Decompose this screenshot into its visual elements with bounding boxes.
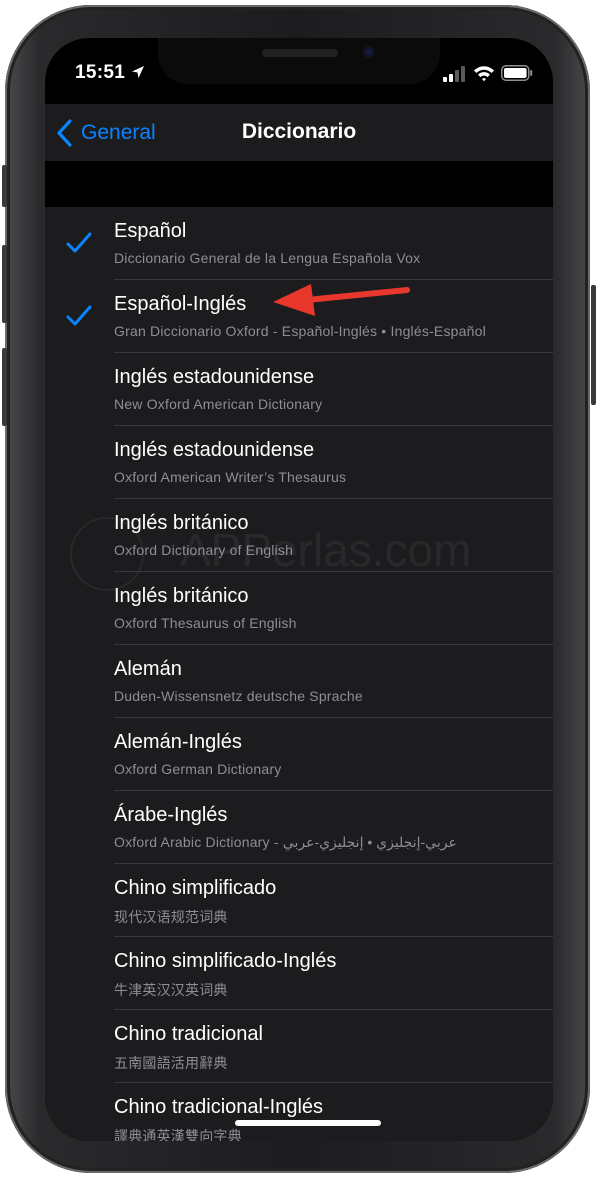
dictionary-row-texts: Chino tradicional-Inglés 譯典通英漢雙向字典 (114, 1083, 553, 1141)
dictionary-subtitle: 现代汉语规范词典 (114, 909, 228, 925)
silent-switch (2, 165, 7, 207)
dictionary-title: Chino simplificado-Inglés (114, 950, 337, 972)
dictionary-row-texts: Árabe-Inglés Oxford Arabic Dictionary - … (114, 791, 553, 864)
dictionary-row-texts: Inglés estadounidense New Oxford America… (114, 353, 553, 426)
wifi-icon (474, 66, 494, 82)
dictionary-row[interactable]: Chino simplificado-Inglés 牛津英汉汉英词典 (45, 937, 553, 1010)
dictionary-row[interactable]: Alemán Duden-Wissensnetz deutsche Sprach… (45, 645, 553, 718)
dictionary-title: Árabe-Inglés (114, 804, 228, 826)
dictionary-subtitle: Oxford American Writer’s Thesaurus (114, 469, 347, 485)
dictionary-row[interactable]: Alemán-Inglés Oxford German Dictionary (45, 718, 553, 791)
dictionary-row-texts: Inglés británico Oxford Dictionary of En… (114, 499, 553, 572)
dictionary-title: Chino simplificado (114, 877, 277, 899)
location-arrow-icon (132, 66, 144, 78)
red-arrow-annotation-icon (273, 284, 410, 316)
dictionary-row-texts: Español Diccionario General de la Lengua… (114, 207, 553, 280)
dictionary-row-texts: Chino tradicional 五南國語活用辭典 (114, 1010, 553, 1083)
dictionary-title: Inglés británico (114, 585, 249, 607)
earpiece-speaker (262, 49, 338, 57)
dictionary-subtitle: Diccionario General de la Lengua Español… (114, 250, 421, 266)
dictionary-row[interactable]: Español Diccionario General de la Lengua… (45, 207, 553, 280)
home-indicator[interactable] (235, 1120, 381, 1126)
front-camera (363, 46, 375, 58)
dictionary-subtitle: 譯典通英漢雙向字典 (114, 1128, 242, 1141)
dictionary-row[interactable]: Inglés británico Oxford Thesaurus of Eng… (45, 572, 553, 645)
dictionary-row[interactable]: Chino tradicional-Inglés 譯典通英漢雙向字典 (45, 1083, 553, 1141)
dictionary-row[interactable]: Inglés británico Oxford Dictionary of En… (45, 499, 553, 572)
dictionary-row[interactable]: Árabe-Inglés Oxford Arabic Dictionary - … (45, 791, 553, 864)
dictionary-row[interactable]: Chino tradicional 五南國語活用辭典 (45, 1010, 553, 1083)
dictionary-subtitle: 五南國語活用辭典 (114, 1055, 228, 1071)
dictionary-title: Inglés estadounidense (114, 439, 315, 461)
status-time: 15:51 (75, 62, 126, 83)
power-button (591, 285, 596, 405)
checkmark-icon (66, 305, 92, 326)
dictionary-subtitle: Oxford Thesaurus of English (114, 615, 297, 631)
dictionary-title: Español-Inglés (114, 293, 247, 315)
notch (158, 38, 440, 84)
dictionary-title: Alemán (114, 658, 182, 680)
dictionary-row-texts: Alemán-Inglés Oxford German Dictionary (114, 718, 553, 791)
dictionary-title: Chino tradicional (114, 1023, 263, 1045)
dictionary-list: Español Diccionario General de la Lengua… (45, 207, 553, 1141)
dictionary-row[interactable]: Inglés estadounidense New Oxford America… (45, 353, 553, 426)
dictionary-title: Alemán-Inglés (114, 731, 242, 753)
page-title: Diccionario (241, 120, 357, 143)
dictionary-subtitle: Oxford Dictionary of English (114, 542, 294, 558)
dictionary-title: Español (114, 220, 187, 242)
dictionary-title: Inglés estadounidense (114, 366, 315, 388)
dictionary-row[interactable]: Inglés estadounidense Oxford American Wr… (45, 426, 553, 499)
volume-down-button (2, 348, 7, 426)
dictionary-row-texts: Inglés británico Oxford Thesaurus of Eng… (114, 572, 553, 645)
volume-up-button (2, 245, 7, 323)
screen: 15:51 General Diccionario Español Diccio… (45, 38, 553, 1141)
dictionary-row-texts: Alemán Duden-Wissensnetz deutsche Sprach… (114, 645, 553, 718)
battery-icon (501, 65, 533, 81)
dictionary-subtitle: Oxford German Dictionary (114, 761, 282, 777)
dictionary-title: Chino tradicional-Inglés (114, 1096, 324, 1118)
dictionary-subtitle: Gran Diccionario Oxford - Español-Inglés… (114, 323, 486, 339)
dictionary-title: Inglés británico (114, 512, 249, 534)
dictionary-subtitle: 牛津英汉汉英词典 (114, 982, 228, 998)
checkmark-icon (66, 232, 92, 253)
dictionary-row-texts: Chino simplificado 现代汉语规范词典 (114, 864, 553, 937)
dictionary-row[interactable]: Chino simplificado 现代汉语规范词典 (45, 864, 553, 937)
navigation-bar: General Diccionario (45, 104, 553, 161)
dictionary-subtitle: Oxford Arabic Dictionary - عربي-إنجليزي … (114, 834, 457, 850)
dictionary-row-texts: Inglés estadounidense Oxford American Wr… (114, 426, 553, 499)
dictionary-subtitle: New Oxford American Dictionary (114, 396, 323, 412)
dictionary-row-texts: Chino simplificado-Inglés 牛津英汉汉英词典 (114, 937, 553, 1010)
dictionary-subtitle: Duden-Wissensnetz deutsche Sprache (114, 688, 363, 704)
cellular-signal-icon (443, 66, 465, 82)
